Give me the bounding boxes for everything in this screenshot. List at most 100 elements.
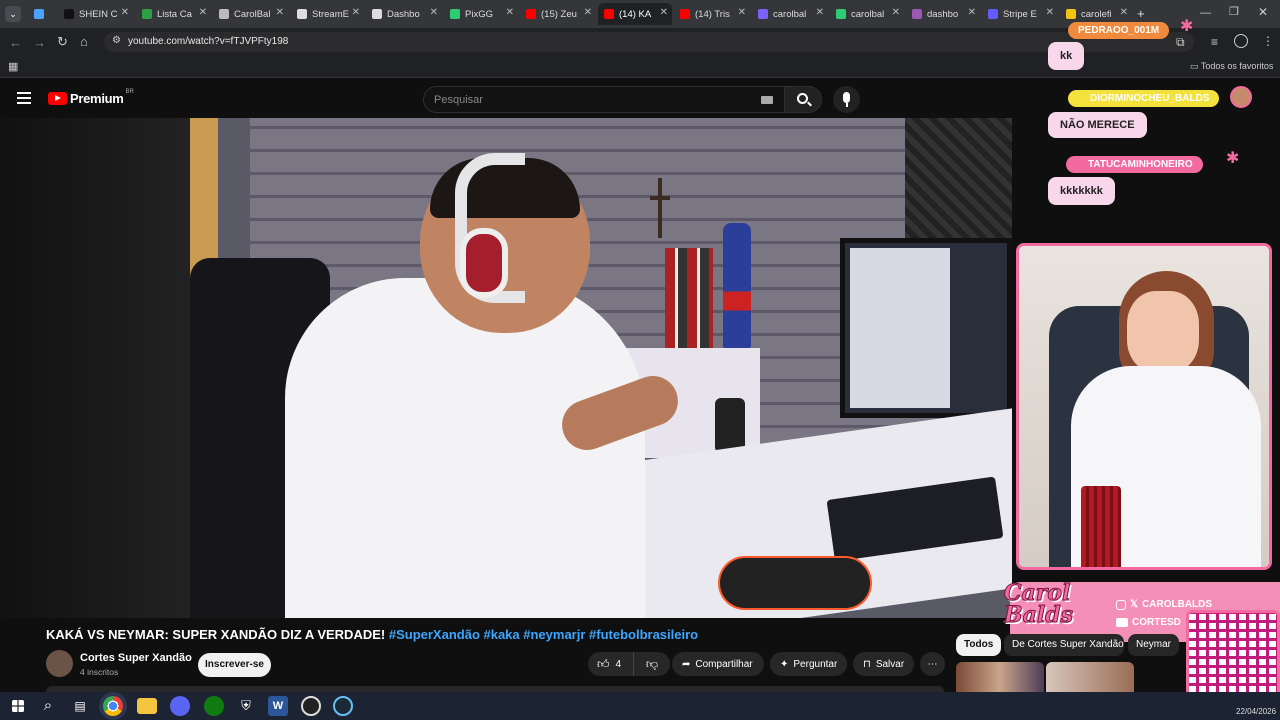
start-icon[interactable] (12, 700, 24, 712)
search-placeholder: Pesquisar (434, 94, 483, 106)
taskbar-date: 22/04/2026 (1236, 707, 1277, 716)
tab-close-icon[interactable]: ✕ (121, 7, 129, 18)
site-info-icon[interactable]: ⚙ (112, 35, 121, 46)
forward-icon[interactable]: → (33, 35, 46, 50)
browser-tab[interactable]: StreamE ✕ (291, 3, 364, 25)
related-video-thumbnail[interactable] (956, 662, 1044, 692)
extensions-icon[interactable]: ⧉ (1176, 35, 1185, 50)
restore-icon[interactable]: ❐ (1229, 5, 1239, 18)
browser-tab[interactable]: dashbo ✕ (906, 3, 980, 25)
search-taskbar-icon[interactable]: ⌕ (38, 696, 58, 716)
video-player[interactable] (190, 118, 1012, 618)
browser-tab[interactable]: (14) Tris ✕ (674, 3, 750, 25)
chrome-icon[interactable] (103, 696, 123, 716)
browser-tab[interactable]: SHEIN C ✕ (58, 3, 133, 25)
browser-tab[interactable]: carolbal ✕ (830, 3, 904, 25)
tab-label: Stripe E (1003, 8, 1037, 20)
tab-close-icon[interactable]: ✕ (276, 7, 284, 18)
red-cup (1081, 486, 1121, 567)
browser-tab[interactable]: (14) KA ✕ (598, 3, 672, 25)
file-explorer-icon[interactable] (137, 698, 157, 714)
tab-favicon-icon (988, 9, 998, 19)
apps-grid-icon[interactable]: ▦ (8, 60, 18, 73)
tab-close-icon[interactable]: ✕ (968, 7, 976, 18)
tab-close-icon[interactable]: ✕ (892, 7, 900, 18)
tab-close-icon[interactable]: ✕ (352, 7, 360, 18)
ask-button[interactable]: ✦ Perguntar (770, 652, 847, 676)
video-hashtags[interactable]: #SuperXandão #kaka #neymarjr #futebolbra… (389, 627, 698, 642)
tab-close-icon[interactable]: ✕ (506, 7, 514, 18)
tab-close-icon[interactable]: ✕ (584, 7, 592, 18)
home-icon[interactable]: ⌂ (80, 34, 88, 49)
streamer-webcam (1016, 243, 1272, 570)
obs-icon[interactable] (301, 696, 321, 716)
tab-close-icon[interactable]: ✕ (199, 7, 207, 18)
browser-tab[interactable]: Stripe E ✕ (982, 3, 1058, 25)
browser-tab[interactable]: Lista Ca ✕ (136, 3, 211, 25)
chip-channel[interactable]: De Cortes Super Xandão (1004, 634, 1124, 656)
security-icon[interactable]: ⛨ (236, 696, 256, 716)
browser-tab[interactable] (28, 3, 56, 25)
chat-message: NÃO MERECE (1048, 112, 1147, 138)
search-input[interactable]: Pesquisar (423, 86, 785, 113)
new-tab-button[interactable]: + (1137, 6, 1145, 21)
reload-icon[interactable]: ↻ (57, 34, 68, 50)
tab-label: SHEIN C (79, 8, 118, 20)
browser-tab[interactable]: Dashbo ✕ (366, 3, 442, 25)
browser-menu-icon[interactable]: ⋮ (1262, 34, 1274, 48)
tab-close-icon[interactable]: ✕ (1120, 7, 1128, 18)
all-bookmarks-button[interactable]: ▭ Todos os favoritos (1190, 61, 1273, 72)
close-window-icon[interactable]: ✕ (1258, 5, 1268, 19)
related-video-thumbnail[interactable] (1046, 662, 1134, 692)
more-actions-button[interactable]: ⋯ (920, 652, 945, 676)
channel-avatar[interactable] (46, 650, 73, 677)
youtube-logo[interactable]: Premium BR (48, 88, 134, 106)
tab-close-icon[interactable]: ✕ (430, 7, 438, 18)
cross-ornament-bar (650, 196, 670, 200)
monitor-screen (850, 248, 950, 408)
keyboard-icon[interactable] (761, 96, 773, 104)
browser-tab[interactable]: PixGG ✕ (444, 3, 518, 25)
word-icon[interactable]: W (268, 696, 288, 716)
tab-favicon-icon (219, 9, 229, 19)
tab-favicon-icon (604, 9, 614, 19)
folder-icon: ▭ (1190, 61, 1199, 71)
back-icon[interactable]: ← (9, 35, 22, 50)
bookmark-icon: ⊓ (863, 658, 871, 670)
tab-close-icon[interactable]: ✕ (660, 7, 668, 18)
region-code: BR (125, 88, 134, 95)
chip-all[interactable]: Todos (956, 634, 1002, 656)
chip-neymar[interactable]: Neymar (1128, 634, 1180, 656)
dislike-button[interactable]: 👎︎ (634, 652, 670, 676)
task-view-icon[interactable]: ▤ (70, 696, 90, 716)
browser-tab[interactable]: (15) Zeu ✕ (520, 3, 596, 25)
all-bookmarks-label: Todos os favoritos (1200, 61, 1274, 71)
profile-icon[interactable] (1234, 34, 1248, 48)
subscribe-button[interactable]: Inscrever-se (198, 653, 271, 677)
bookmarks-bar (0, 56, 1280, 78)
voice-search-button[interactable] (833, 86, 860, 113)
channel-name[interactable]: Cortes Super Xandão (80, 652, 192, 664)
minimize-icon[interactable]: — (1200, 7, 1211, 19)
save-button[interactable]: ⊓ Salvar (853, 652, 914, 676)
tab-list-icon[interactable]: ⌄ (5, 6, 21, 22)
hamburger-menu-icon[interactable] (17, 92, 31, 104)
microphone-stand (715, 398, 745, 453)
ask-label: Perguntar (793, 658, 838, 670)
url-field[interactable]: ⚙ youtube.com/watch?v=fTJVPFty198 (104, 32, 1194, 52)
browser-tab[interactable]: carolbal ✕ (752, 3, 828, 25)
share-button[interactable]: ➦ Compartilhar (672, 652, 764, 676)
social-handle-text: CORTESD (1132, 617, 1181, 628)
reading-list-icon[interactable]: ≡ (1211, 35, 1218, 49)
like-button[interactable]: 👍︎ 4 (588, 652, 634, 676)
browser-tab[interactable]: CarolBal ✕ (213, 3, 288, 25)
search-button[interactable] (784, 86, 822, 113)
tab-close-icon[interactable]: ✕ (738, 7, 746, 18)
steam-icon[interactable] (333, 696, 353, 716)
x-icon: 𝕏 (1130, 599, 1139, 610)
tab-close-icon[interactable]: ✕ (816, 7, 824, 18)
xbox-icon[interactable] (204, 696, 224, 716)
tab-close-icon[interactable]: ✕ (1046, 7, 1054, 18)
player-left-gutter (0, 118, 190, 618)
discord-icon[interactable] (170, 696, 190, 716)
